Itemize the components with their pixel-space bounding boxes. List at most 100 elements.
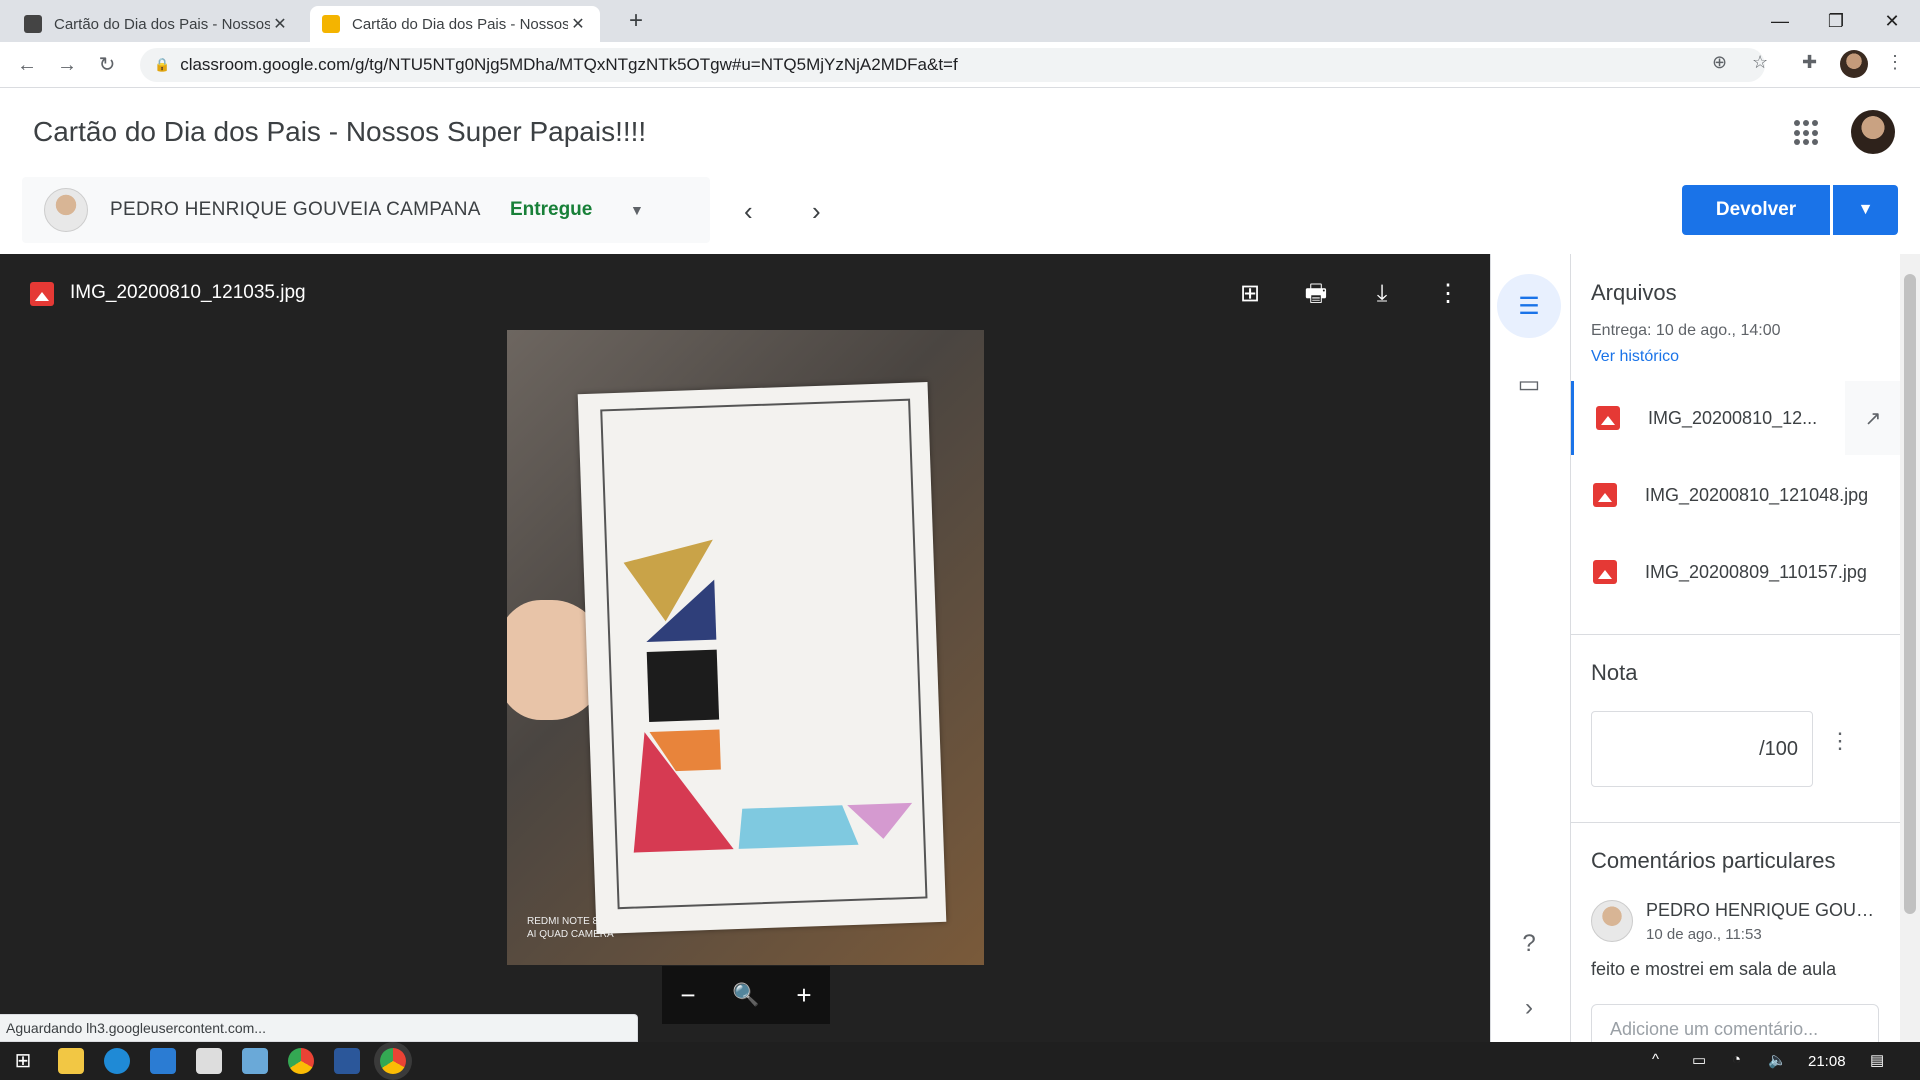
- word-icon[interactable]: [334, 1048, 360, 1074]
- panel-scrollbar[interactable]: [1900, 254, 1920, 1042]
- chevron-down-icon[interactable]: ▼: [630, 202, 644, 218]
- tab-title: Cartão do Dia dos Pais - Nossos Super Pa…: [54, 15, 270, 33]
- history-link[interactable]: Ver histórico: [1591, 348, 1679, 366]
- chrome-icon[interactable]: [288, 1048, 314, 1074]
- browser-status-bubble: Aguardando lh3.googleusercontent.com...: [0, 1014, 638, 1042]
- file-item-label: IMG_20200810_121048.jpg: [1645, 484, 1869, 505]
- grade-heading: Nota: [1591, 660, 1638, 685]
- image-file-icon: [1593, 483, 1617, 507]
- comment-input[interactable]: Adicione um comentário...: [1591, 1004, 1879, 1042]
- comment-author-avatar: [1591, 900, 1633, 942]
- new-tab-icon[interactable]: +: [622, 8, 650, 36]
- account-avatar[interactable]: [1851, 110, 1895, 154]
- print-icon[interactable]: 🖶: [1298, 276, 1334, 312]
- page-title: Cartão do Dia dos Pais - Nossos Super Pa…: [33, 116, 647, 147]
- classroom-favicon-icon: [322, 15, 340, 33]
- files-heading: Arquivos: [1591, 280, 1677, 305]
- return-options-dropdown[interactable]: ▼: [1833, 185, 1898, 235]
- add-comment-icon[interactable]: ⊞: [1232, 276, 1268, 312]
- chrome-active-icon[interactable]: [380, 1048, 406, 1074]
- side-rail: ☰ ▭ ? ›: [1490, 254, 1570, 1042]
- scrollbar-thumb[interactable]: [1904, 274, 1916, 914]
- lock-icon: 🔒: [154, 57, 171, 72]
- image-file-icon: [30, 282, 54, 306]
- minimize-icon[interactable]: —: [1752, 0, 1808, 42]
- battery-icon[interactable]: ▭: [1692, 1051, 1706, 1069]
- notifications-icon[interactable]: ▤: [1870, 1051, 1884, 1069]
- help-icon[interactable]: ?: [1497, 912, 1561, 976]
- grade-suffix: /100: [1759, 737, 1798, 760]
- tab-title: Cartão do Dia dos Pais - Nossos Super Pa…: [352, 15, 568, 33]
- extensions-icon[interactable]: ✚: [1802, 52, 1817, 73]
- url-text: classroom.google.com/g/tg/NTU5NTg0Njg5MD…: [180, 55, 958, 74]
- tray-expand-icon[interactable]: ^: [1652, 1051, 1659, 1068]
- windows-start-icon[interactable]: ⊞: [10, 1048, 36, 1074]
- zoom-icon[interactable]: ⊕: [1712, 52, 1727, 73]
- files-view-icon[interactable]: ☰: [1497, 274, 1561, 338]
- forward-icon[interactable]: →: [52, 50, 82, 80]
- google-apps-icon[interactable]: [1794, 120, 1820, 146]
- browser-tab-2[interactable]: Cartão do Dia dos Pais - Nossos Super Pa…: [310, 6, 600, 42]
- image-file-icon: [1596, 406, 1620, 430]
- tab-close-icon[interactable]: ✕: [270, 14, 290, 34]
- taskbar-clock[interactable]: 21:08: [1808, 1053, 1846, 1070]
- download-icon[interactable]: ⤓: [1364, 276, 1400, 312]
- back-icon[interactable]: ←: [12, 50, 42, 80]
- tangram-drawing: [623, 539, 913, 853]
- delivery-date: Entrega: 10 de ago., 14:00: [1591, 322, 1781, 339]
- browser-menu-icon[interactable]: ⋮: [1886, 52, 1904, 73]
- details-panel: Arquivos Entrega: 10 de ago., 14:00 Ver …: [1570, 254, 1900, 1042]
- tangram-pink-triangle: [847, 802, 913, 839]
- tangram-black-square: [646, 649, 720, 722]
- file-item-2[interactable]: IMG_20200810_121048.jpg: [1571, 458, 1900, 532]
- card-paper: [577, 382, 947, 934]
- submission-status: Entregue: [510, 199, 593, 220]
- panel-divider: [1571, 634, 1900, 635]
- reload-icon[interactable]: ↻: [92, 50, 122, 80]
- store-icon[interactable]: [196, 1048, 222, 1074]
- address-bar[interactable]: 🔒 classroom.google.com/g/tg/NTU5NTg0Njg5…: [140, 48, 1765, 82]
- file-item-3[interactable]: IMG_20200809_110157.jpg: [1571, 535, 1900, 609]
- student-name: PEDRO HENRIQUE GOUVEIA CAMPANA: [110, 199, 481, 220]
- previous-student-icon[interactable]: ‹: [744, 196, 753, 227]
- windows-taskbar: ⊞ ^ ▭ ◔ 🔈 21:08 ▤: [0, 1042, 1920, 1080]
- zoom-controls: − 🔍 +: [662, 966, 830, 1024]
- edge-icon[interactable]: [104, 1048, 130, 1074]
- file-item-1[interactable]: IMG_20200810_12... ↗: [1571, 381, 1900, 455]
- mail-icon[interactable]: [150, 1048, 176, 1074]
- grade-more-icon[interactable]: ⋮: [1829, 728, 1851, 754]
- browser-tab-1[interactable]: Cartão do Dia dos Pais - Nossos Super Pa…: [12, 6, 302, 42]
- tangram-cyan-parallelogram: [738, 805, 859, 849]
- maximize-icon[interactable]: ❐: [1808, 0, 1864, 42]
- comments-view-icon[interactable]: ▭: [1497, 352, 1561, 416]
- volume-icon[interactable]: 🔈: [1768, 1051, 1787, 1069]
- zoom-reset-icon[interactable]: 🔍: [732, 982, 759, 1008]
- classroom-favicon-icon: [24, 15, 42, 33]
- image-file-icon: [1593, 560, 1617, 584]
- bookmark-star-icon[interactable]: ☆: [1752, 52, 1768, 73]
- zoom-out-icon[interactable]: −: [680, 980, 695, 1011]
- wifi-icon[interactable]: ◔: [1732, 1051, 1741, 1068]
- return-button[interactable]: Devolver: [1682, 185, 1830, 235]
- open-in-new-icon[interactable]: ↗: [1845, 381, 1900, 455]
- student-selector[interactable]: PEDRO HENRIQUE GOUVEIA CAMPANA Entregue …: [22, 177, 710, 243]
- more-options-icon[interactable]: ⋮: [1430, 276, 1466, 312]
- file-item-label: IMG_20200810_12...: [1648, 407, 1818, 428]
- comment-text: feito e mostrei em sala de aula: [1591, 959, 1837, 979]
- student-avatar: [44, 188, 88, 232]
- grade-input[interactable]: /100: [1591, 711, 1813, 787]
- file-viewer: IMG_20200810_121035.jpg ⊞ 🖶 ⤓ ⋮ REDMI NO…: [0, 254, 1490, 1042]
- app-icon[interactable]: [242, 1048, 268, 1074]
- browser-tab-strip: Cartão do Dia dos Pais - Nossos Super Pa…: [0, 0, 1920, 42]
- zoom-in-icon[interactable]: +: [796, 980, 811, 1011]
- camera-model-text: REDMI NOTE 8: [527, 916, 599, 927]
- camera-type-text: AI QUAD CAMERA: [527, 929, 614, 940]
- browser-profile-avatar[interactable]: [1840, 50, 1868, 78]
- tab-close-icon[interactable]: ✕: [568, 14, 588, 34]
- private-comments-heading: Comentários particulares: [1591, 848, 1836, 873]
- window-close-icon[interactable]: ✕: [1864, 0, 1920, 42]
- comment-date: 10 de ago., 11:53: [1646, 926, 1762, 943]
- file-explorer-icon[interactable]: [58, 1048, 84, 1074]
- next-student-icon[interactable]: ›: [812, 196, 821, 227]
- collapse-panel-icon[interactable]: ›: [1497, 976, 1561, 1040]
